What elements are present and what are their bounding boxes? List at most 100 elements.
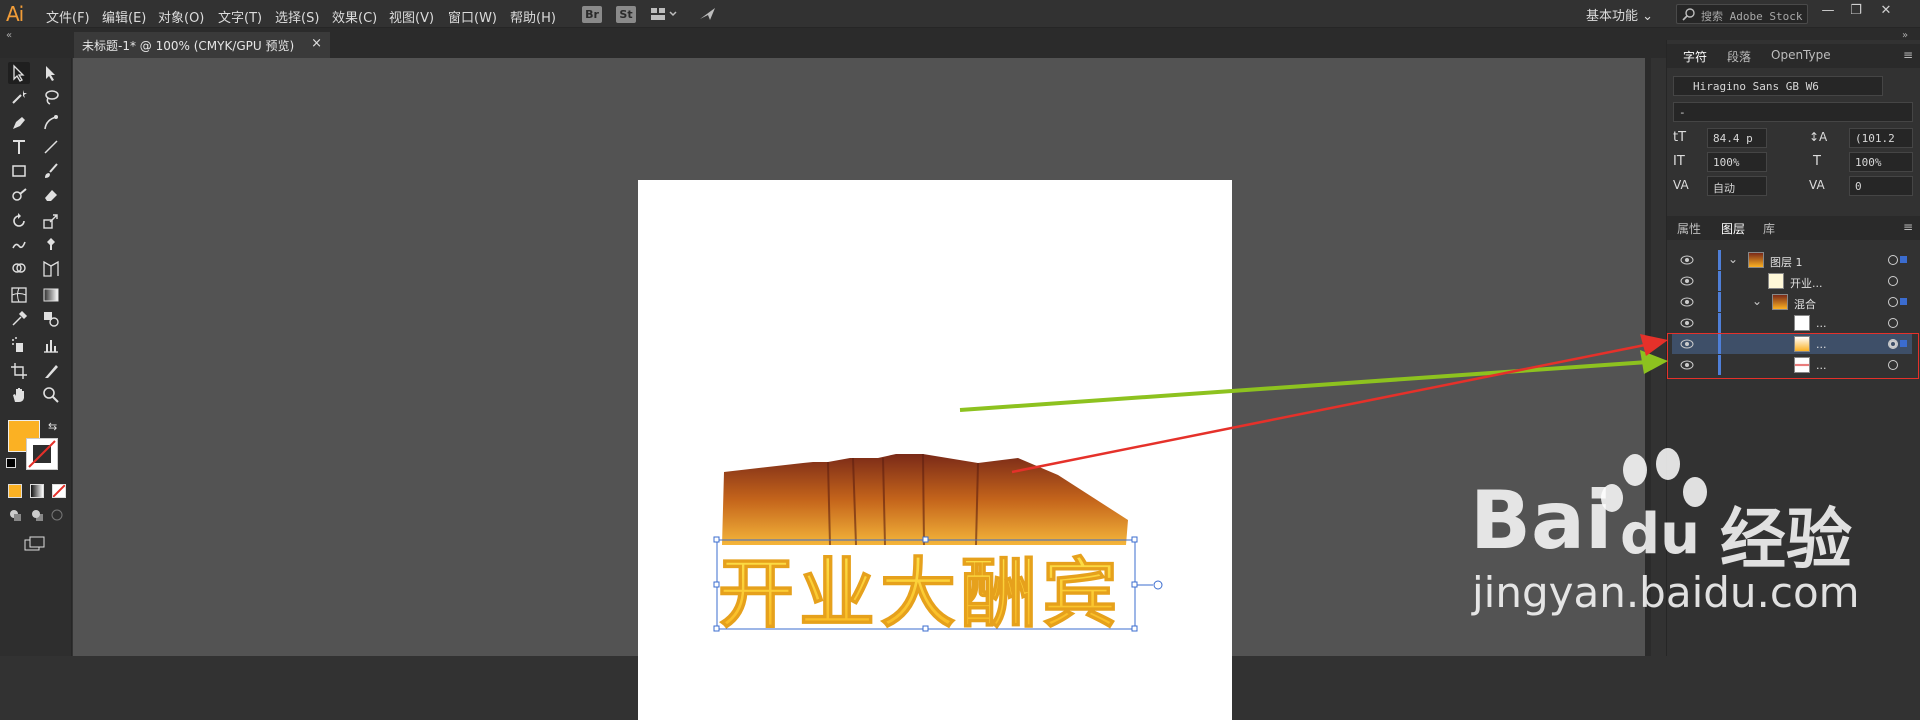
font-style-field[interactable]: - — [1673, 102, 1913, 122]
eyedropper-tool[interactable] — [8, 308, 30, 330]
stock-button[interactable]: St — [616, 6, 636, 23]
layer-row-text[interactable]: 开业... — [1672, 271, 1912, 291]
bridge-button[interactable]: Br — [582, 6, 602, 23]
target-circle-icon[interactable] — [1888, 276, 1898, 286]
target-circle-icon[interactable] — [1888, 255, 1898, 265]
tab-paragraph[interactable]: 段落 — [1727, 48, 1751, 65]
menu-object[interactable]: 对象(O) — [158, 7, 204, 26]
mesh-tool[interactable] — [8, 284, 30, 306]
scale-tool[interactable] — [40, 210, 62, 232]
eraser-tool[interactable] — [40, 184, 62, 206]
draw-normal-button[interactable] — [8, 508, 22, 522]
menu-type[interactable]: 文字(T) — [218, 7, 262, 26]
vertical-scale-field[interactable]: 100% — [1707, 152, 1767, 172]
warp-tool[interactable] — [8, 234, 30, 256]
magic-wand-tool[interactable] — [8, 86, 30, 108]
leading-field[interactable]: (101.2 — [1849, 128, 1913, 148]
expand-chevron-icon[interactable]: ⌄ — [1752, 294, 1762, 308]
gpu-performance-icon[interactable] — [698, 5, 718, 23]
font-family-field[interactable]: Hiragino Sans GB W6 — [1673, 76, 1883, 96]
3d-text-artwork[interactable]: 开业大酬宾 — [638, 180, 1232, 720]
tab-character[interactable]: 字符 — [1683, 48, 1707, 65]
tab-opentype[interactable]: OpenType — [1771, 48, 1831, 62]
draw-behind-button[interactable] — [30, 508, 44, 522]
puppet-warp-tool[interactable] — [40, 234, 62, 256]
color-mode-button[interactable] — [8, 484, 22, 498]
visibility-eye-icon[interactable] — [1680, 317, 1694, 331]
menu-window[interactable]: 窗口(W) — [448, 7, 497, 26]
layer-name[interactable]: 图层 1 — [1770, 254, 1803, 270]
tracking-field[interactable]: 0 — [1849, 176, 1913, 196]
target-circle-icon[interactable] — [1888, 297, 1898, 307]
selection-tool[interactable] — [8, 62, 30, 84]
close-window-button[interactable]: ✕ — [1876, 3, 1896, 21]
menu-help[interactable]: 帮助(H) — [510, 7, 556, 26]
none-icon — [52, 484, 66, 498]
layers-menu-icon[interactable]: ≡ — [1903, 220, 1913, 234]
default-colors-icon[interactable] — [6, 458, 16, 468]
layer-name[interactable]: 开业... — [1790, 275, 1823, 291]
selection-indicator[interactable] — [1900, 298, 1907, 305]
layer-name[interactable]: ... — [1816, 317, 1827, 330]
symbol-sprayer-tool[interactable] — [8, 334, 30, 356]
menu-file[interactable]: 文件(F) — [46, 7, 90, 26]
selection-indicator[interactable] — [1900, 256, 1907, 263]
menu-select[interactable]: 选择(S) — [275, 7, 319, 26]
perspective-grid-tool[interactable] — [40, 258, 62, 280]
artboard[interactable]: 开业大酬宾 — [638, 180, 1232, 720]
tab-properties[interactable]: 属性 — [1677, 220, 1701, 237]
minimize-button[interactable]: — — [1818, 3, 1838, 21]
target-circle-icon[interactable] — [1888, 318, 1898, 328]
swap-fill-stroke-icon[interactable]: ⇆ — [48, 420, 57, 433]
lasso-tool[interactable] — [40, 86, 62, 108]
kerning-field[interactable]: 自动 — [1707, 176, 1767, 196]
document-tab[interactable]: 未标题-1* @ 100% (CMYK/GPU 预览) × — [74, 32, 330, 58]
gradient-mode-button[interactable] — [30, 484, 44, 498]
visibility-eye-icon[interactable] — [1680, 254, 1694, 268]
stroke-swatch[interactable] — [26, 438, 58, 470]
layer-row-layer1[interactable]: ⌄ 图层 1 — [1672, 250, 1912, 270]
tab-libraries[interactable]: 库 — [1763, 220, 1775, 237]
curvature-tool[interactable] — [40, 112, 62, 134]
rectangle-tool[interactable] — [8, 160, 30, 182]
visibility-eye-icon[interactable] — [1680, 296, 1694, 310]
horizontal-scale-field[interactable]: 100% — [1849, 152, 1913, 172]
stock-search-field[interactable]: 搜索 Adobe Stock — [1676, 4, 1808, 24]
artwork-text[interactable]: 开业大酬宾 — [718, 549, 1119, 639]
rotate-tool[interactable] — [8, 210, 30, 232]
layer-row-blend[interactable]: ⌄ 混合 — [1672, 292, 1912, 312]
canvas-area[interactable]: 开业大酬宾 — [73, 58, 1651, 720]
paintbrush-tool[interactable] — [40, 160, 62, 182]
font-size-field[interactable]: 84.4 p — [1707, 128, 1767, 148]
direct-selection-tool[interactable] — [40, 62, 62, 84]
screen-mode-button[interactable] — [24, 536, 46, 552]
restore-button[interactable]: ❐ — [1846, 3, 1866, 21]
blend-tool[interactable] — [40, 308, 62, 330]
menu-edit[interactable]: 编辑(E) — [102, 7, 146, 26]
tab-layers[interactable]: 图层 — [1721, 220, 1745, 237]
zoom-tool[interactable] — [40, 384, 62, 406]
close-tab-button[interactable]: × — [311, 36, 322, 51]
expand-chevron-icon[interactable]: ⌄ — [1728, 252, 1738, 266]
collapse-toolbar-icon[interactable]: « — [6, 30, 12, 41]
arrange-documents-icon[interactable] — [650, 6, 678, 22]
gradient-tool[interactable] — [40, 284, 62, 306]
column-graph-tool[interactable] — [40, 334, 62, 356]
menu-view[interactable]: 视图(V) — [389, 7, 434, 26]
line-tool[interactable] — [40, 136, 62, 158]
pen-tool[interactable] — [8, 112, 30, 134]
shape-builder-tool[interactable] — [8, 258, 30, 280]
type-tool[interactable] — [8, 136, 30, 158]
slice-tool[interactable] — [40, 360, 62, 382]
menu-effect[interactable]: 效果(C) — [332, 7, 377, 26]
shaper-tool[interactable] — [8, 184, 30, 206]
hand-tool[interactable] — [8, 384, 30, 406]
panel-menu-icon[interactable]: ≡ — [1903, 48, 1913, 62]
visibility-eye-icon[interactable] — [1680, 275, 1694, 289]
layer-name[interactable]: 混合 — [1794, 296, 1816, 312]
artboard-tool[interactable] — [8, 360, 30, 382]
workspace-switcher[interactable]: 基本功能 ⌄ — [1586, 5, 1653, 24]
layer-row-sub1[interactable]: ... — [1672, 313, 1912, 333]
draw-inside-button[interactable] — [50, 508, 64, 522]
none-mode-button[interactable] — [52, 484, 66, 498]
